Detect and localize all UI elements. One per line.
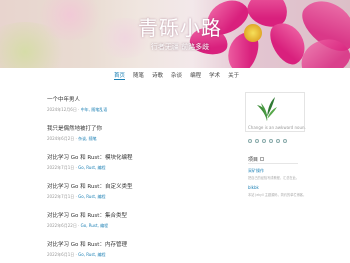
post-title[interactable]: 一个中年男人 bbox=[47, 95, 107, 103]
post-title[interactable]: 对比学习 Go 和 Rust：自定义类型 bbox=[47, 182, 132, 190]
list-item: 我只是偶然地被打了你 2024年6月2日 · 杂谈, 随笔 bbox=[47, 124, 102, 142]
nav-item-about[interactable]: 关于 bbox=[228, 71, 239, 80]
post-title[interactable]: 我只是偶然地被打了你 bbox=[47, 124, 102, 132]
post-tags[interactable]: Go, Rust, 编程 bbox=[78, 252, 105, 257]
github-icon[interactable] bbox=[255, 139, 259, 143]
social-icons bbox=[248, 139, 287, 143]
project-link[interactable]: 采矿操作 bbox=[248, 168, 264, 174]
post-meta: 2024年6月2日 · 杂谈, 随笔 bbox=[47, 136, 97, 141]
post-meta: 2022年7月1日 · Go, Rust, 编程 bbox=[47, 165, 106, 170]
divider bbox=[248, 163, 298, 164]
main-nav: 首页 随笔 诗歌 杂谈 编程 学术 关于 bbox=[0, 68, 350, 82]
nav-item-misc[interactable]: 杂谈 bbox=[171, 71, 182, 80]
list-item: 一个中年男人 2024年12月6日 · 中年, 随笔乱语 bbox=[47, 95, 107, 113]
post-title[interactable]: 对比学习 Go 和 Rust：模块化编程 bbox=[47, 153, 132, 161]
list-item: 对比学习 Go 和 Rust：内存管理 2022年6月1日 · Go, Rust… bbox=[47, 240, 127, 258]
post-date: 2022年6月1日 bbox=[47, 252, 75, 257]
nav-item-programming[interactable]: 编程 bbox=[190, 71, 201, 80]
nav-item-essays[interactable]: 随笔 bbox=[133, 71, 144, 80]
folder-icon bbox=[260, 157, 265, 161]
post-title[interactable]: 对比学习 Go 和 Rust：集合类型 bbox=[47, 211, 127, 219]
post-tags[interactable]: 中年, 随笔乱语 bbox=[81, 107, 108, 112]
post-tags[interactable]: Go, Rust, 编程 bbox=[81, 223, 108, 228]
plus-icon[interactable] bbox=[283, 139, 287, 143]
site-title[interactable]: 青砾小路 bbox=[110, 12, 250, 41]
author-motto: Change is an awkward noun. bbox=[248, 125, 306, 130]
list-item: 对比学习 Go 和 Rust：集合类型 2022年6月22日 · Go, Rus… bbox=[47, 211, 127, 229]
post-date: 2024年12月6日 bbox=[47, 107, 77, 112]
post-tags[interactable]: 杂谈, 随笔 bbox=[78, 136, 97, 141]
post-tags[interactable]: Go, Rust, 编程 bbox=[78, 165, 105, 170]
post-date: 2022年7月1日 bbox=[47, 165, 75, 170]
project-link[interactable]: blkbk bbox=[248, 185, 259, 190]
post-title[interactable]: 对比学习 Go 和 Rust：内存管理 bbox=[47, 240, 127, 248]
weibo-icon[interactable] bbox=[269, 139, 273, 143]
post-meta: 2022年6月22日 · Go, Rust, 编程 bbox=[47, 223, 109, 228]
sidebar-section-title: 项目 bbox=[248, 156, 265, 163]
post-tags[interactable]: Go, Rust, 编程 bbox=[78, 194, 105, 199]
email-icon[interactable] bbox=[262, 139, 266, 143]
nav-item-poems[interactable]: 诗歌 bbox=[152, 71, 163, 80]
post-date: 2022年6月22日 bbox=[47, 223, 77, 228]
list-item: 对比学习 Go 和 Rust：模块化编程 2022年7月1日 · Go, Rus… bbox=[47, 153, 132, 171]
post-meta: 2022年6月1日 · Go, Rust, 编程 bbox=[47, 252, 106, 257]
post-date: 2024年6月2日 bbox=[47, 136, 75, 141]
project-desc: 本站 Jekyll 主题源码，简约的单栏博客。 bbox=[248, 193, 307, 197]
list-item: 对比学习 Go 和 Rust：自定义类型 2022年7月1日 · Go, Rus… bbox=[47, 182, 132, 200]
project-desc: 把自己的经验写成教程，汇总在此。 bbox=[248, 176, 299, 180]
header-banner: 青砾小路 行者无疆 前路多歧 bbox=[0, 0, 350, 68]
link-icon[interactable] bbox=[276, 139, 280, 143]
site-subtitle: 行者无疆 前路多歧 bbox=[150, 43, 210, 51]
post-meta: 2024年12月6日 · 中年, 随笔乱语 bbox=[47, 107, 108, 112]
post-date: 2022年7月1日 bbox=[47, 194, 75, 199]
post-meta: 2022年7月1日 · Go, Rust, 编程 bbox=[47, 194, 106, 199]
nav-item-home[interactable]: 首页 bbox=[114, 71, 126, 80]
rss-icon[interactable] bbox=[248, 139, 252, 143]
nav-item-academic[interactable]: 学术 bbox=[209, 71, 220, 80]
avatar bbox=[257, 97, 277, 121]
